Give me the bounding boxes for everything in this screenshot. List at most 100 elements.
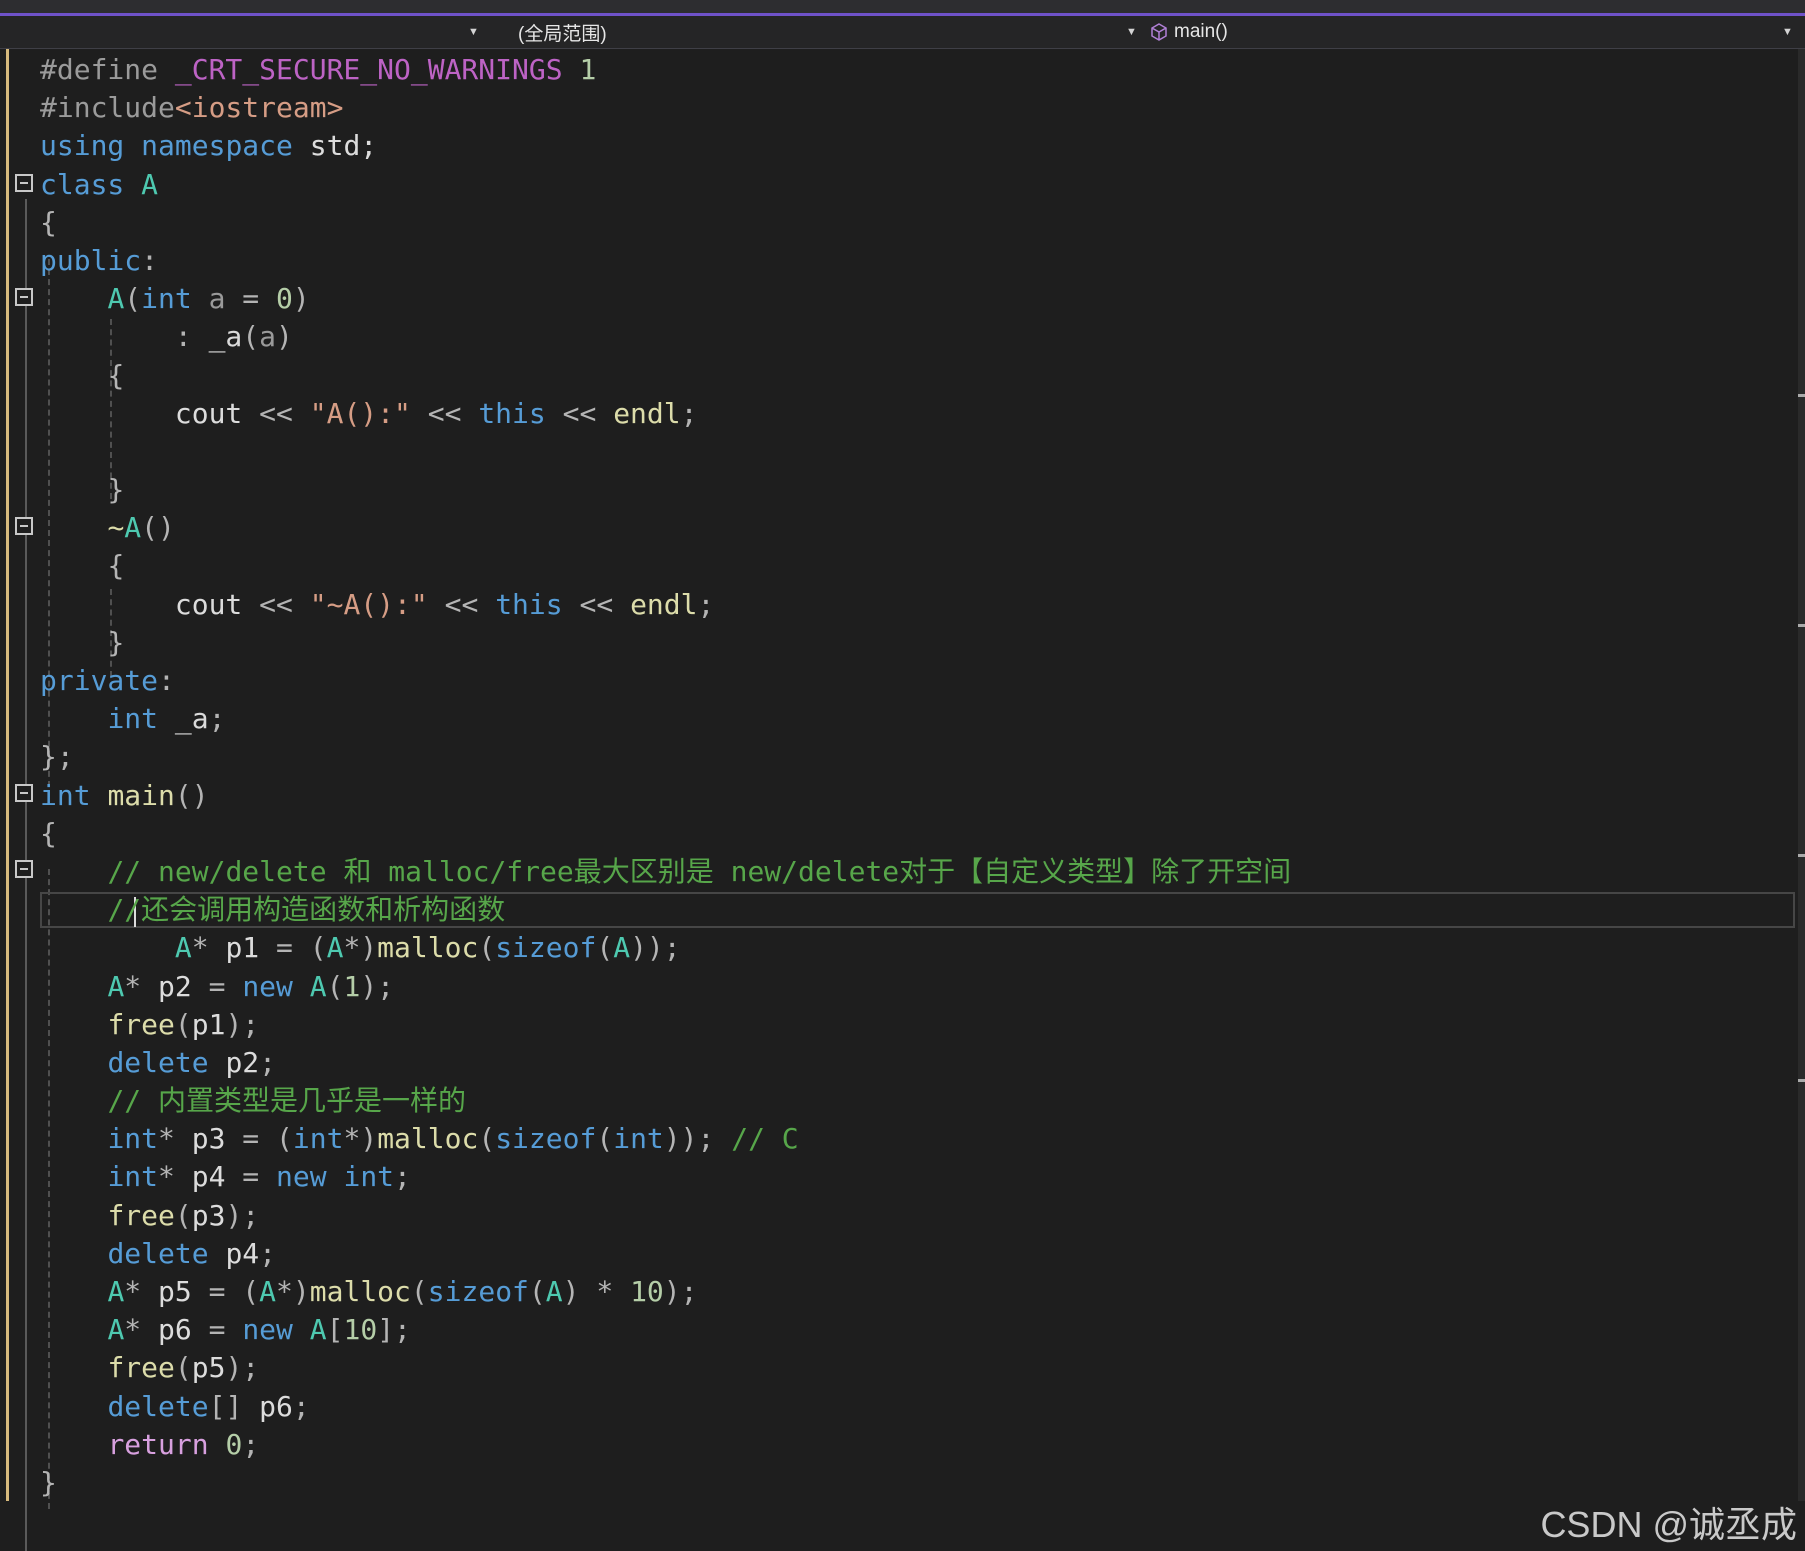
code-line[interactable]: #define _CRT_SECURE_NO_WARNINGS 1	[40, 51, 1291, 89]
code-line[interactable]: ~A()	[40, 509, 1291, 547]
code-line[interactable]: //还会调用构造函数和析构函数	[40, 891, 1291, 929]
code-line[interactable]	[40, 433, 1291, 471]
code-line[interactable]: A* p6 = new A[10];	[40, 1311, 1291, 1349]
navigation-bar: ▼ (全局范围) ▼ main() ▼	[0, 16, 1805, 49]
change-tracking-margin	[0, 49, 9, 1501]
code-token: A	[141, 167, 159, 201]
code-token: malloc	[377, 931, 479, 965]
code-token: (	[478, 931, 496, 965]
code-line[interactable]: }	[40, 1464, 1291, 1502]
code-line[interactable]: A(int a = 0)	[40, 280, 1291, 318]
code-token: 1	[562, 53, 597, 86]
code-token: <<	[242, 587, 310, 621]
chevron-down-icon: ▼	[468, 26, 479, 38]
code-text[interactable]: #define _CRT_SECURE_NO_WARNINGS 1 #includ…	[40, 51, 1291, 1502]
code-token: }	[107, 473, 125, 507]
code-line[interactable]: #include<iostream>	[40, 89, 1291, 127]
collapse-icon[interactable]	[15, 174, 33, 192]
code-line[interactable]: return 0;	[40, 1426, 1291, 1464]
code-token: ()	[141, 511, 175, 545]
collapse-icon[interactable]	[15, 860, 33, 878]
code-token: "A():"	[309, 396, 411, 430]
code-line[interactable]: A* p5 = (A*)malloc(sizeof(A) * 10);	[40, 1273, 1291, 1311]
code-line[interactable]: {	[40, 204, 1291, 242]
collapse-icon[interactable]	[15, 288, 33, 306]
scope-dropdown[interactable]: (全局范围) ▼	[518, 16, 1138, 48]
code-token: =	[191, 1313, 243, 1347]
code-token: 10	[343, 1313, 378, 1347]
code-line[interactable]: }	[40, 471, 1291, 509]
code-line[interactable]: int main()	[40, 777, 1291, 815]
code-line[interactable]: int* p4 = new int;	[40, 1158, 1291, 1196]
code-line[interactable]: int* p3 = (int*)malloc(sizeof(int)); // …	[40, 1120, 1291, 1158]
code-line[interactable]: {	[40, 815, 1291, 853]
scrollbar-marker	[1798, 394, 1805, 397]
watermark: CSDN @诚丞成	[1540, 1504, 1797, 1545]
code-token: *	[158, 1160, 192, 1194]
code-token: *	[158, 1122, 192, 1156]
code-token: (	[174, 1351, 192, 1385]
code-token: _a	[158, 702, 209, 736]
code-token: cout	[174, 587, 243, 621]
code-line[interactable]: free(p3);	[40, 1197, 1291, 1235]
code-token: namespace	[141, 129, 293, 163]
code-line[interactable]: : _a(a)	[40, 318, 1291, 356]
function-dropdown[interactable]: main() ▼	[1150, 16, 1793, 48]
code-token: )	[276, 320, 293, 354]
code-token: _a	[208, 320, 243, 354]
code-line[interactable]: free(p1);	[40, 1006, 1291, 1044]
code-token: (	[124, 282, 142, 316]
code-line[interactable]: using namespace std;	[40, 127, 1291, 165]
code-token: = (	[191, 1275, 260, 1308]
code-token: ];	[377, 1313, 411, 1347]
code-token: (	[174, 1198, 192, 1232]
code-line[interactable]: int _a;	[40, 700, 1291, 738]
code-editor[interactable]: #define _CRT_SECURE_NO_WARNINGS 1 #includ…	[0, 49, 1805, 1551]
code-line[interactable]: delete[] p6;	[40, 1388, 1291, 1426]
project-dropdown[interactable]: ▼	[0, 16, 488, 48]
code-token: p1	[225, 931, 260, 965]
code-token: (	[242, 320, 260, 354]
code-line[interactable]: cout << "~A():" << this << endl;	[40, 586, 1291, 624]
code-line[interactable]: public:	[40, 242, 1291, 280]
code-token: int	[107, 1160, 159, 1194]
code-line[interactable]: delete p4;	[40, 1235, 1291, 1273]
code-line[interactable]: }	[40, 624, 1291, 662]
collapse-icon[interactable]	[15, 517, 33, 535]
code-token: (	[596, 931, 614, 965]
code-line[interactable]: A* p2 = new A(1);	[40, 968, 1291, 1006]
code-token: int	[613, 1122, 664, 1156]
code-line[interactable]: };	[40, 738, 1291, 776]
code-line[interactable]: private:	[40, 662, 1291, 700]
code-token: p4	[191, 1160, 226, 1194]
code-line[interactable]: {	[40, 547, 1291, 585]
code-line[interactable]: delete p2;	[40, 1044, 1291, 1082]
code-line[interactable]: free(p5);	[40, 1349, 1291, 1387]
code-token: }	[107, 625, 125, 659]
code-token: class	[40, 167, 125, 201]
code-line[interactable]: // 内置类型是几乎是一样的	[40, 1082, 1291, 1120]
code-token: #define	[40, 53, 175, 86]
code-token: A	[309, 1313, 327, 1347]
code-line[interactable]: {	[40, 357, 1291, 395]
code-line[interactable]: A* p1 = (A*)malloc(sizeof(A));	[40, 929, 1291, 967]
code-token: (	[478, 1122, 496, 1156]
code-token: new	[242, 1313, 293, 1347]
code-line[interactable]: class A	[40, 166, 1291, 204]
code-token: A	[613, 931, 631, 965]
code-token: <<	[410, 396, 479, 430]
collapse-icon[interactable]	[15, 784, 33, 802]
code-token: *)	[276, 1275, 310, 1308]
code-line[interactable]: // new/delete 和 malloc/free最大区别是 new/del…	[40, 853, 1291, 891]
vertical-scrollbar[interactable]	[1798, 49, 1805, 1501]
code-line[interactable]: cout << "A():" << this << endl;	[40, 395, 1291, 433]
